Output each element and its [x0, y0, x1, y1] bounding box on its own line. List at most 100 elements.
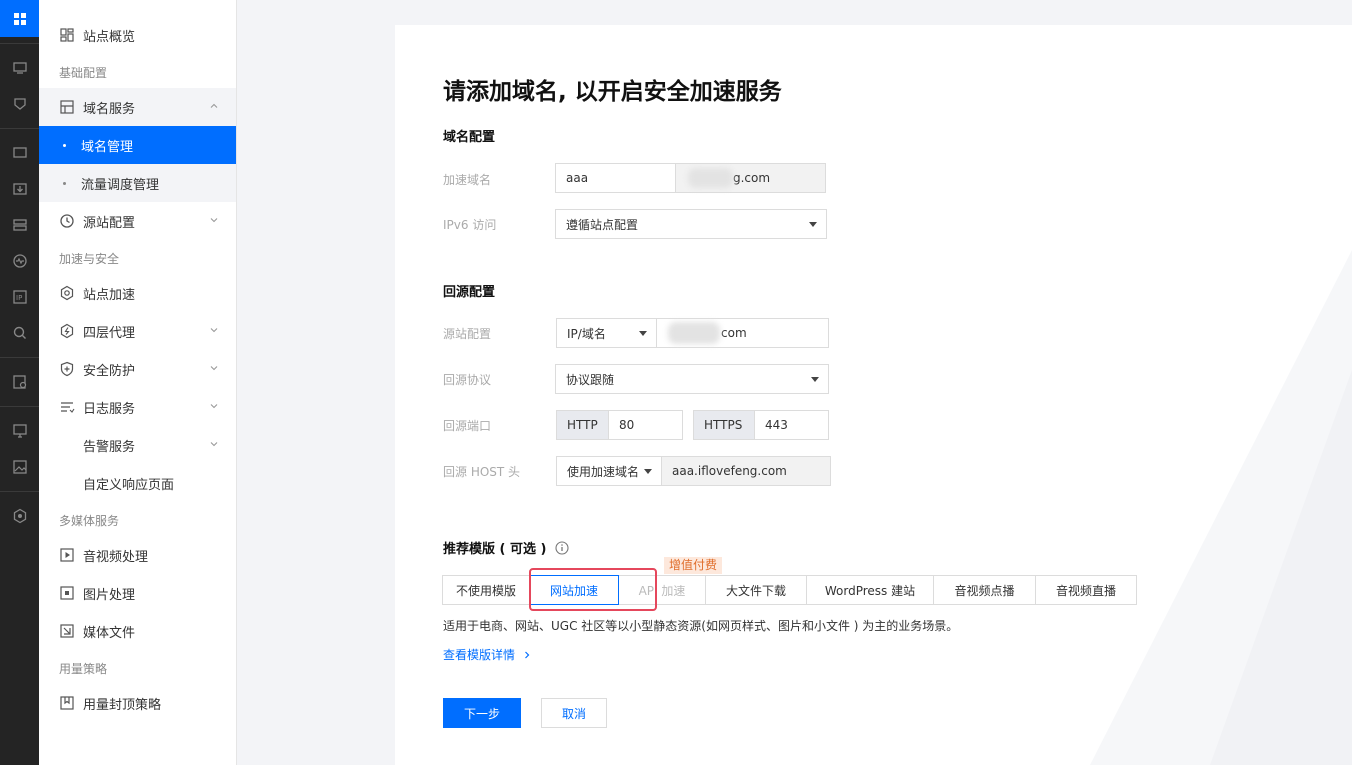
sidebar-item-label: 告警服务: [83, 439, 136, 455]
tab-wordpress[interactable]: WordPress 建站: [806, 575, 934, 605]
sidebar-item-label: 安全防护: [83, 363, 136, 379]
origin-type-select[interactable]: IP/域名: [556, 318, 657, 348]
origin-protocol-label: 回源协议: [443, 373, 492, 387]
history-icon: [59, 213, 75, 229]
accel-domain-input[interactable]: aaa: [555, 163, 676, 193]
https-port-value: 443: [765, 418, 788, 432]
tab-large-file[interactable]: 大文件下载: [705, 575, 807, 605]
tab-live[interactable]: 音视频直播: [1035, 575, 1137, 605]
monitor-icon[interactable]: [0, 50, 39, 86]
pulse-icon[interactable]: [0, 243, 39, 279]
play-icon: [59, 547, 75, 563]
sidebar-item-site-accel[interactable]: 站点加速: [39, 274, 236, 312]
accel-domain-label: 加速域名: [443, 173, 492, 187]
next-button[interactable]: 下一步: [443, 698, 521, 728]
host-header-label: 回源 HOST 头: [443, 465, 521, 479]
sidebar-item-usage-cap[interactable]: 用量封顶策略: [39, 684, 236, 722]
ipv6-select[interactable]: 遵循站点配置: [555, 209, 827, 239]
sidebar-item-custom-page[interactable]: 自定义响应页面: [39, 464, 236, 502]
bolt-icon: [59, 323, 75, 339]
origin-type-value: IP/域名: [567, 326, 606, 341]
shield-icon[interactable]: [0, 86, 39, 122]
cancel-button[interactable]: 取消: [541, 698, 607, 728]
chevron-down-icon: [210, 366, 218, 371]
caret-down-icon: [811, 377, 819, 382]
sidebar-group-accel: 加速与安全: [59, 252, 120, 266]
sidebar-item-label: 媒体文件: [83, 625, 136, 641]
http-addon: HTTP: [556, 410, 609, 440]
sidebar-item-l4-proxy[interactable]: 四层代理: [39, 312, 236, 350]
icon-rail: IP: [0, 0, 39, 765]
template-detail-link[interactable]: 查看模版详情: [443, 646, 531, 663]
template-section-title: 推荐模版 ( 可选 ): [443, 538, 569, 557]
hexagon-icon[interactable]: [0, 498, 39, 534]
sidebar-item-log-service[interactable]: 日志服务: [39, 388, 236, 426]
chevron-up-icon: [210, 103, 218, 108]
template-description: 适用于电商、网站、UGC 社区等以小型静态资源(如网页样式、图片和小文件 ) 为…: [443, 619, 959, 633]
settings-doc-icon[interactable]: [0, 364, 39, 400]
sidebar-item-av-process[interactable]: 音视频处理: [39, 536, 236, 574]
picture-icon: [59, 585, 75, 601]
image-icon[interactable]: [0, 449, 39, 485]
https-addon: HTTPS: [693, 410, 755, 440]
https-port-input[interactable]: 443: [754, 410, 829, 440]
sidebar-item-label: 流量调度管理: [81, 177, 160, 193]
server-icon[interactable]: [0, 207, 39, 243]
sidebar-item-label: 用量封顶策略: [83, 697, 162, 713]
origin-port-label: 回源端口: [443, 419, 492, 433]
sidebar-item-label: 四层代理: [83, 325, 136, 341]
list-icon: [59, 399, 75, 415]
highlight-box: [529, 568, 657, 611]
shield-plus-icon: [59, 361, 75, 377]
tab-no-template[interactable]: 不使用模版: [442, 575, 530, 605]
grid-icon: [59, 27, 75, 43]
sidebar-item-security[interactable]: 安全防护: [39, 350, 236, 388]
sidebar-item-label: 图片处理: [83, 587, 136, 603]
background-decoration: [1090, 250, 1352, 765]
sidebar-item-label: 域名管理: [81, 139, 134, 155]
sidebar-item-media-files[interactable]: 媒体文件: [39, 612, 236, 650]
ipv6-value: 遵循站点配置: [566, 217, 639, 232]
chevron-right-icon: [524, 651, 530, 659]
chevron-down-icon: [210, 442, 218, 447]
chevron-down-icon: [210, 328, 218, 333]
sidebar-item-overview[interactable]: 站点概览: [39, 16, 236, 54]
sidebar-item-domain-manage[interactable]: 域名管理: [39, 126, 236, 164]
download-icon[interactable]: [0, 171, 39, 207]
sidebar-group-basic: 基础配置: [59, 66, 108, 80]
chevron-down-icon: [210, 218, 218, 223]
origin-protocol-select[interactable]: 协议跟随: [555, 364, 829, 394]
sidebar-item-image-process[interactable]: 图片处理: [39, 574, 236, 612]
paid-badge: 增值付费: [664, 557, 723, 574]
sidebar-item-domain-service[interactable]: 域名服务: [39, 88, 236, 126]
app-grid-icon[interactable]: [0, 0, 39, 37]
sidebar-item-traffic-manage[interactable]: 流量调度管理: [39, 164, 236, 202]
host-value-field: aaa.iflovefeng.com: [661, 456, 831, 486]
tab-vod[interactable]: 音视频点播: [933, 575, 1036, 605]
search-icon[interactable]: [0, 315, 39, 351]
sidebar-item-label: 自定义响应页面: [83, 477, 175, 493]
caret-down-icon: [809, 222, 817, 227]
http-port-input[interactable]: 80: [608, 410, 683, 440]
detail-link-text: 查看模版详情: [443, 648, 516, 662]
sidebar-group-media: 多媒体服务: [59, 514, 120, 528]
secondary-sidebar: 站点概览 基础配置 域名服务 域名管理 流量调度管理 源站配置 加速与安全 站点…: [39, 0, 237, 765]
sidebar-item-origin-config[interactable]: 源站配置: [39, 202, 236, 240]
screen-icon[interactable]: [0, 135, 39, 171]
display-icon[interactable]: [0, 413, 39, 449]
ip-icon[interactable]: IP: [0, 279, 39, 315]
sidebar-item-label: 日志服务: [83, 401, 136, 417]
page-title: 请添加域名, 以开启安全加速服务: [443, 79, 782, 105]
sidebar-item-label: 站点加速: [83, 287, 136, 303]
http-port-value: 80: [619, 418, 635, 432]
host-type-select[interactable]: 使用加速域名: [556, 456, 662, 486]
origin-address-value: com: [721, 326, 747, 340]
info-icon[interactable]: [555, 541, 569, 555]
sidebar-item-alarm-service[interactable]: 告警服务: [39, 426, 236, 464]
chevron-down-icon: [210, 404, 218, 409]
ipv6-label: IPv6 访问: [443, 218, 497, 232]
domain-icon: [59, 99, 75, 115]
bookmark-icon: [59, 695, 75, 711]
caret-down-icon: [644, 469, 652, 474]
accel-domain-value: aaa: [566, 171, 589, 185]
